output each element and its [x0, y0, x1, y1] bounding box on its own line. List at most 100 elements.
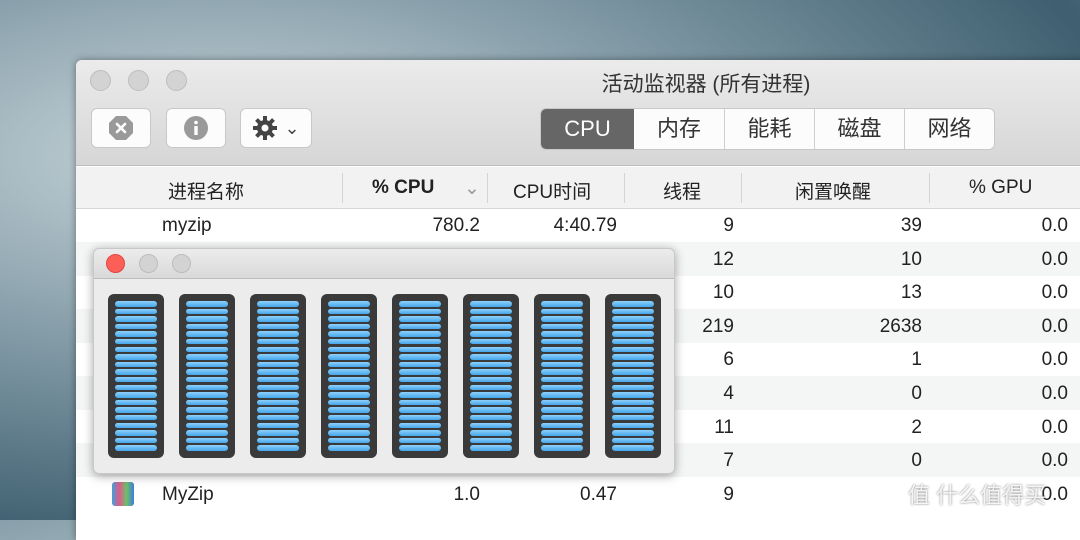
cell-name: myzip: [162, 215, 212, 236]
cpu-load-segment: [399, 308, 441, 315]
cpu-load-segment: [612, 437, 654, 444]
close-button[interactable]: [106, 254, 125, 273]
cpu-history-window: [93, 248, 675, 474]
cpu-load-segment: [612, 331, 654, 337]
table-row[interactable]: myzip 780.2 4:40.79 9 39 0.0: [76, 208, 1080, 242]
col-idle-wakeups[interactable]: 闲置唤醒: [795, 177, 871, 204]
cpu-load-segment: [470, 422, 512, 428]
cpu-load-segment: [470, 308, 512, 315]
cpu-load-segment: [612, 354, 654, 360]
cpu-load-segment: [328, 369, 370, 375]
cpu-load-segment: [257, 445, 299, 451]
cpu-load-segment: [612, 422, 654, 428]
tab-energy[interactable]: 能耗: [724, 109, 814, 149]
action-menu-button[interactable]: ⌄: [240, 108, 312, 148]
col-gpu-percent[interactable]: % GPU: [969, 177, 1032, 199]
window-title: 活动监视器 (所有进程): [601, 73, 811, 96]
cpu-load-segment: [470, 437, 512, 444]
tab-disk[interactable]: 磁盘: [814, 109, 904, 149]
cpu-load-segment: [115, 301, 157, 307]
tab-cpu[interactable]: CPU: [541, 109, 634, 149]
cpu-load-segment: [612, 316, 654, 322]
cpu-load-segment: [612, 414, 654, 421]
cpu-load-segment: [328, 301, 370, 307]
cpu-load-segment: [399, 414, 441, 421]
cpu-load-segment: [115, 376, 157, 383]
cpu-load-segment: [541, 422, 583, 428]
minimize-button[interactable]: [139, 254, 158, 273]
cpu-load-segment: [115, 407, 157, 413]
cpu-load-segment: [541, 338, 583, 345]
cpu-load-segment: [115, 323, 157, 330]
cpu-load-segment: [115, 414, 157, 421]
cpu-load-segment: [328, 392, 370, 398]
cpu-load-segment: [257, 399, 299, 406]
cpu-load-segment: [328, 437, 370, 444]
cpu-load-segment: [115, 331, 157, 337]
cell-wakeups: 0: [911, 383, 922, 404]
cpu-load-segment: [186, 437, 228, 444]
cell-threads: 4: [723, 383, 734, 404]
cpu-load-segment: [186, 376, 228, 383]
cpu-load-segment: [399, 346, 441, 353]
cell-time: 0.47: [580, 483, 617, 505]
col-threads[interactable]: 线程: [663, 177, 701, 204]
cpu-load-segment: [541, 308, 583, 315]
cpu-load-segment: [115, 369, 157, 375]
cpu-core-bar: [179, 294, 235, 458]
cpu-load-segment: [257, 414, 299, 421]
cpu-load-segment: [115, 422, 157, 428]
tab-network[interactable]: 网络: [904, 109, 994, 149]
chevron-down-icon: ⌄: [284, 117, 300, 138]
cpu-load-segment: [470, 369, 512, 375]
cell-threads: 6: [723, 349, 734, 371]
cpu-load-segment: [186, 308, 228, 315]
cpu-load-segment: [399, 384, 441, 391]
cpu-load-segment: [541, 445, 583, 451]
cpu-load-segment: [399, 407, 441, 413]
cpu-load-segment: [470, 331, 512, 337]
cpu-load-segment: [612, 399, 654, 406]
cpu-load-segment: [257, 331, 299, 337]
cpu-load-segment: [541, 361, 583, 368]
cpu-load-segment: [541, 392, 583, 398]
cpu-load-segment: [257, 354, 299, 360]
zoom-button[interactable]: [172, 254, 191, 273]
stop-process-button[interactable]: [91, 108, 151, 148]
cpu-load-segment: [399, 316, 441, 322]
cpu-load-segment: [541, 414, 583, 421]
cpu-core-bar: [534, 294, 590, 458]
cpu-load-segment: [328, 338, 370, 345]
cpu-load-segment: [541, 376, 583, 383]
cpu-load-segment: [186, 407, 228, 413]
col-cpu-percent[interactable]: % CPU: [372, 177, 434, 199]
cell-wakeups: 13: [900, 282, 922, 304]
cpu-load-segment: [328, 361, 370, 368]
cell-gpu: 0.0: [1041, 349, 1068, 371]
tab-memory[interactable]: 内存: [634, 109, 724, 149]
cpu-load-segment: [399, 323, 441, 330]
cell-gpu: 0.0: [1041, 315, 1068, 337]
cell-threads: 12: [712, 248, 734, 270]
cpu-load-segment: [257, 361, 299, 368]
cpu-load-segment: [399, 437, 441, 444]
cpu-load-segment: [612, 407, 654, 413]
cpu-load-segment: [186, 399, 228, 406]
cpu-load-segment: [328, 316, 370, 322]
info-button[interactable]: [166, 108, 226, 148]
cpu-load-segment: [612, 384, 654, 391]
cell-gpu: 0.0: [1041, 282, 1068, 304]
col-cpu-time[interactable]: CPU时间: [513, 177, 591, 204]
cpu-load-segment: [328, 407, 370, 413]
toolbar: 活动监视器 (所有进程) ⌄ CPU 内存 能耗 磁盘 网络: [76, 60, 1080, 166]
cpu-load-segment: [186, 331, 228, 337]
cpu-load-segment: [470, 407, 512, 413]
cpu-load-segment: [257, 376, 299, 383]
cpu-load-segment: [257, 407, 299, 413]
cpu-load-segment: [115, 430, 157, 436]
cpu-load-segment: [399, 338, 441, 345]
cpu-load-segment: [115, 399, 157, 406]
cpu-load-segment: [399, 392, 441, 398]
col-process-name[interactable]: 进程名称: [168, 177, 244, 204]
cpu-load-segment: [541, 384, 583, 391]
